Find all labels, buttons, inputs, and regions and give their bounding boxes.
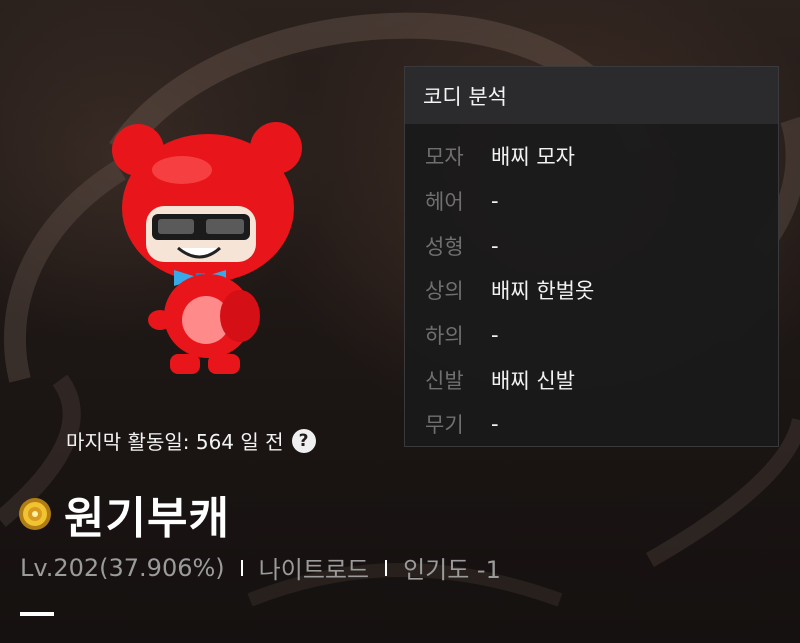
level-text: Lv.202(37.906%) [20, 553, 225, 582]
question-circle-icon[interactable]: ? [291, 428, 316, 453]
last-active-text: 마지막 활동일: 564 일 전 [66, 430, 284, 454]
slot-value: - [491, 233, 499, 258]
slot-label: 헤어 [425, 190, 464, 215]
separator [240, 559, 243, 576]
slot-value: - [491, 323, 499, 348]
character-avatar [112, 122, 302, 374]
character-name: 원기부캐 [64, 493, 230, 544]
slot-value: 배찌 신발 [491, 368, 575, 393]
coordi-list: 모자 배찌 모자 헤어 - 성형 - 상의 배찌 한벌옷 하의 - 신발 배찌 … [405, 124, 778, 447]
slot-value: - [491, 189, 499, 214]
slot-value: - [491, 412, 499, 437]
panel-title: 코디 분석 [405, 67, 778, 124]
slot-label: 성형 [425, 234, 464, 259]
slot-label: 하의 [425, 324, 464, 349]
coordi-row-face: 성형 - [405, 223, 778, 268]
coordi-row-top: 상의 배찌 한벌옷 [405, 268, 778, 313]
character-stats-row: Lv.202(37.906%) 나이트로드 인기도 -1 [20, 550, 501, 585]
character-name-row: 원기부캐 [18, 482, 230, 546]
slot-value: 배찌 모자 [491, 145, 575, 170]
slot-label: 신발 [425, 368, 464, 393]
coordi-row-weapon: 무기 - [405, 402, 778, 447]
slot-label: 모자 [425, 145, 464, 170]
job-text: 나이트로드 [258, 556, 370, 584]
slot-label: 상의 [425, 279, 464, 304]
slot-value: 배찌 한벌옷 [491, 279, 595, 304]
coordi-row-bottom: 하의 - [405, 313, 778, 358]
last-active-info: 마지막 활동일: 564 일 전 ? [66, 426, 316, 455]
slot-label: 무기 [425, 413, 464, 438]
section-indicator [20, 612, 54, 616]
coordi-row-shoes: 신발 배찌 신발 [405, 357, 778, 402]
popularity-text: 인기도 -1 [403, 556, 501, 584]
separator [385, 559, 388, 576]
coordi-analysis-panel: 코디 분석 모자 배찌 모자 헤어 - 성형 - 상의 배찌 한벌옷 하의 - … [404, 66, 779, 447]
coordi-row-hat: 모자 배찌 모자 [405, 134, 778, 179]
coordi-row-hair: 헤어 - [405, 179, 778, 224]
gold-coin-icon [19, 498, 51, 530]
